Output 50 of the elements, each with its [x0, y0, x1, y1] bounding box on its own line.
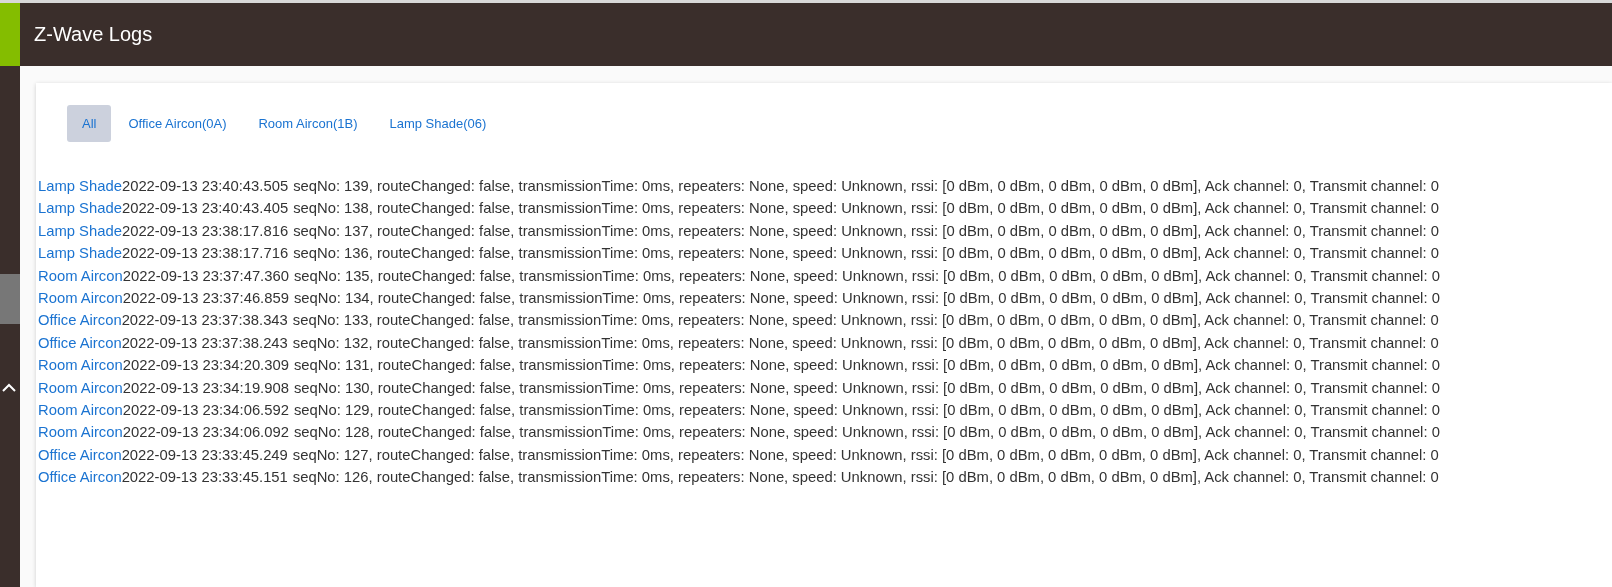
log-timestamp: 2022-09-13 23:34:06.592	[122, 402, 289, 419]
log-message: seqNo: 128, routeChanged: false, transmissionTime: 0ms, repeaters: None, speed: Unknown, rssi: [0 dBm, 0 dBm, 0 dBm, 0 dBm, 0 dBm], Ack channel: 0, Transmit channel: 0	[293, 424, 1440, 441]
device-link[interactable]: Lamp Shade	[38, 222, 122, 239]
device-link[interactable]: Room Aircon	[38, 379, 123, 396]
log-timestamp: 2022-09-13 23:34:19.908	[122, 379, 289, 396]
device-tab[interactable]: All	[67, 105, 112, 142]
log-message: seqNo: 129, routeChanged: false, transmissionTime: 0ms, repeaters: None, speed: Unknown, rssi: [0 dBm, 0 dBm, 0 dBm, 0 dBm, 0 dBm], Ack channel: 0, Transmit channel: 0	[293, 402, 1440, 419]
device-link[interactable]: Office Aircon	[38, 446, 122, 463]
log-message: seqNo: 132, routeChanged: false, transmissionTime: 0ms, repeaters: None, speed: Unknown, rssi: [0 dBm, 0 dBm, 0 dBm, 0 dBm, 0 dBm], Ack channel: 0, Transmit channel: 0	[292, 334, 1439, 351]
device-link[interactable]: Office Aircon	[38, 312, 122, 329]
log-message: seqNo: 135, routeChanged: false, transmissionTime: 0ms, repeaters: None, speed: Unknown, rssi: [0 dBm, 0 dBm, 0 dBm, 0 dBm, 0 dBm], Ack channel: 0, Transmit channel: 0	[293, 267, 1440, 284]
log-timestamp: 2022-09-13 23:40:43.405	[121, 200, 289, 217]
device-tab[interactable]: Office Aircon(0A)	[113, 105, 242, 142]
log-timestamp: 2022-09-13 23:38:17.716	[121, 245, 289, 262]
log-message: seqNo: 134, routeChanged: false, transmissionTime: 0ms, repeaters: None, speed: Unknown, rssi: [0 dBm, 0 dBm, 0 dBm, 0 dBm, 0 dBm], Ack channel: 0, Transmit channel: 0	[293, 290, 1440, 307]
log-message: seqNo: 131, routeChanged: false, transmissionTime: 0ms, repeaters: None, speed: Unknown, rssi: [0 dBm, 0 dBm, 0 dBm, 0 dBm, 0 dBm], Ack channel: 0, Transmit channel: 0	[293, 357, 1440, 374]
device-link[interactable]: Room Aircon	[38, 402, 123, 419]
log-message: seqNo: 130, routeChanged: false, transmissionTime: 0ms, repeaters: None, speed: Unknown, rssi: [0 dBm, 0 dBm, 0 dBm, 0 dBm, 0 dBm], Ack channel: 0, Transmit channel: 0	[293, 379, 1440, 396]
log-message: seqNo: 136, routeChanged: false, transmissionTime: 0ms, repeaters: None, speed: Unknown, rssi: [0 dBm, 0 dBm, 0 dBm, 0 dBm, 0 dBm], Ack channel: 0, Transmit channel: 0	[293, 245, 1440, 262]
device-link[interactable]: Lamp Shade	[38, 245, 122, 262]
device-tab[interactable]: Lamp Shade(06)	[374, 105, 502, 142]
device-link[interactable]: Room Aircon	[38, 357, 123, 374]
device-link[interactable]: Room Aircon	[38, 424, 123, 441]
log-timestamp: 2022-09-13 23:40:43.505	[121, 178, 289, 194]
log-timestamp: 2022-09-13 23:33:45.151	[121, 469, 288, 486]
log-timestamp: 2022-09-13 23:33:45.249	[121, 446, 288, 463]
log-timestamp: 2022-09-13 23:34:06.092	[122, 424, 289, 441]
device-link[interactable]: Lamp Shade	[38, 200, 122, 217]
log-timestamp: 2022-09-13 23:38:17.816	[121, 222, 289, 239]
log-timestamp: 2022-09-13 23:37:47.360	[122, 267, 289, 284]
logo-strip	[0, 3, 20, 66]
device-link[interactable]: Lamp Shade	[38, 178, 122, 194]
page-title: Z-Wave Logs	[34, 23, 153, 46]
log-timestamp: 2022-09-13 23:37:38.343	[121, 312, 288, 329]
log-message: seqNo: 133, routeChanged: false, transmissionTime: 0ms, repeaters: None, speed: Unknown, rssi: [0 dBm, 0 dBm, 0 dBm, 0 dBm, 0 dBm], Ack channel: 0, Transmit channel: 0	[292, 312, 1439, 329]
log-message: seqNo: 127, routeChanged: false, transmissionTime: 0ms, repeaters: None, speed: Unknown, rssi: [0 dBm, 0 dBm, 0 dBm, 0 dBm, 0 dBm], Ack channel: 0, Transmit channel: 0	[292, 446, 1439, 463]
scrollbar-thumb[interactable]	[0, 274, 20, 324]
log-message: seqNo: 138, routeChanged: false, transmissionTime: 0ms, repeaters: None, speed: Unknown, rssi: [0 dBm, 0 dBm, 0 dBm, 0 dBm, 0 dBm], Ack channel: 0, Transmit channel: 0	[293, 200, 1440, 217]
log-timestamp: 2022-09-13 23:37:38.243	[121, 334, 288, 351]
log-message: seqNo: 137, routeChanged: false, transmissionTime: 0ms, repeaters: None, speed: Unknown, rssi: [0 dBm, 0 dBm, 0 dBm, 0 dBm, 0 dBm], Ack channel: 0, Transmit channel: 0	[293, 222, 1440, 239]
device-tab[interactable]: Room Aircon(1B)	[243, 105, 373, 142]
device-link[interactable]: Room Aircon	[38, 267, 123, 284]
device-link[interactable]: Office Aircon	[38, 469, 122, 486]
device-link[interactable]: Office Aircon	[38, 334, 122, 351]
log-timestamp: 2022-09-13 23:34:20.309	[122, 357, 289, 374]
log-message: seqNo: 126, routeChanged: false, transmissionTime: 0ms, repeaters: None, speed: Unknown, rssi: [0 dBm, 0 dBm, 0 dBm, 0 dBm, 0 dBm], Ack channel: 0, Transmit channel: 0	[292, 469, 1439, 486]
device-link[interactable]: Room Aircon	[38, 290, 123, 307]
log-timestamp: 2022-09-13 23:37:46.859	[122, 290, 289, 307]
log-message: seqNo: 139, routeChanged: false, transmissionTime: 0ms, repeaters: None, speed: Unknown, rssi: [0 dBm, 0 dBm, 0 dBm, 0 dBm, 0 dBm], Ack channel: 0, Transmit channel: 0	[293, 178, 1440, 194]
chevron-up-icon[interactable]	[1, 382, 17, 394]
